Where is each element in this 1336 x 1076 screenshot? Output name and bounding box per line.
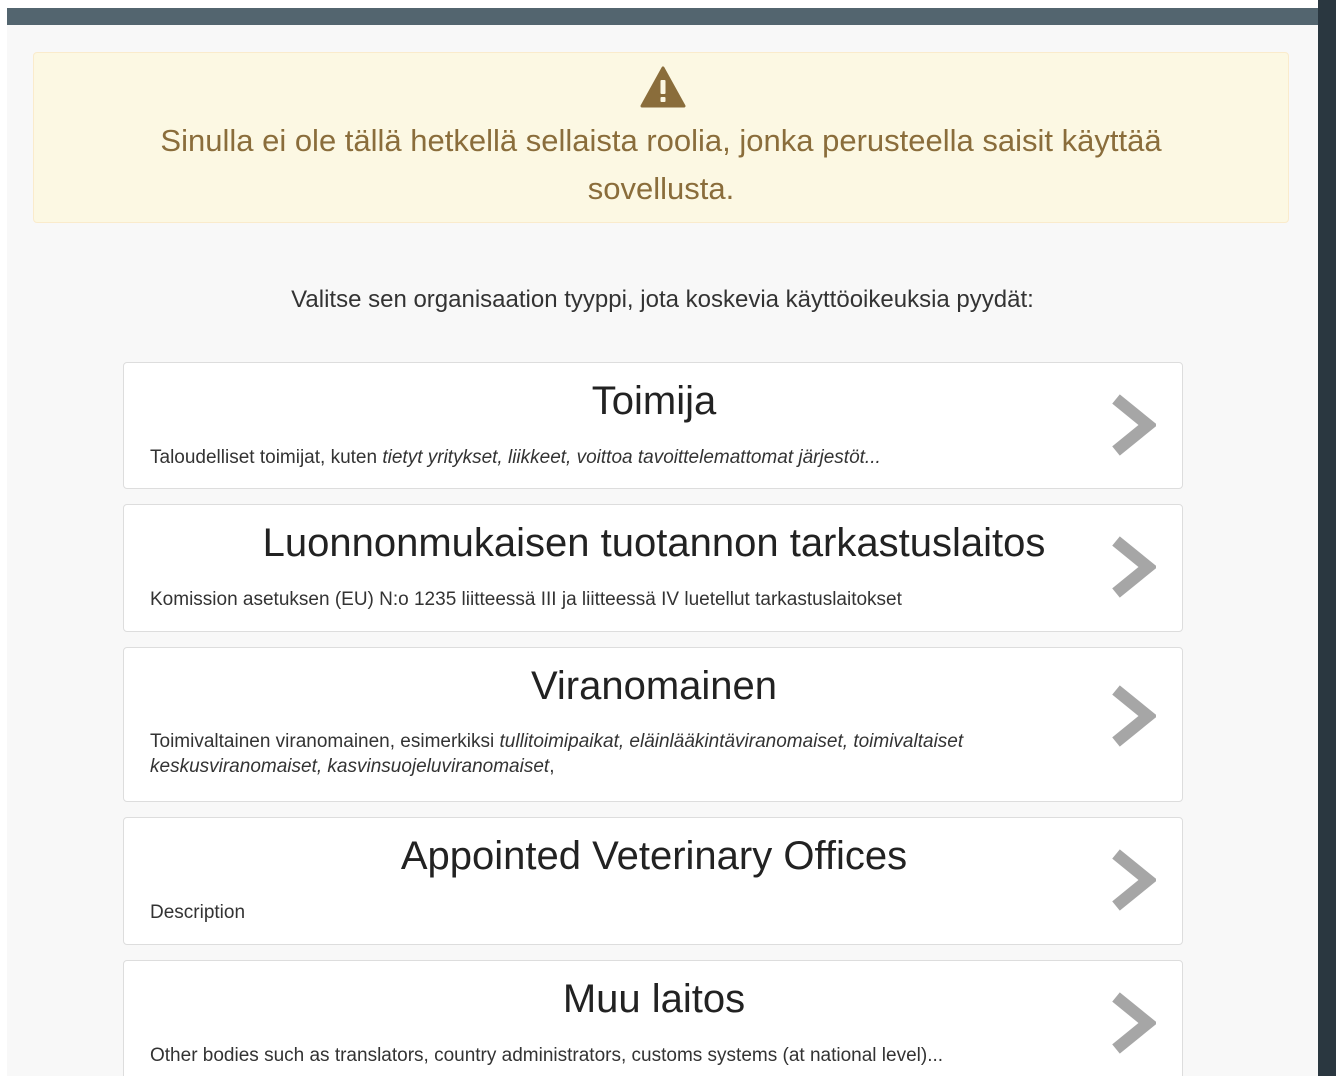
main-content: Sinulla ei ole tällä hetkellä sellaista …: [7, 25, 1318, 1076]
alert-message: Sinulla ei ole tällä hetkellä sellaista …: [160, 123, 1162, 206]
chevron-right-icon: [1112, 685, 1156, 747]
org-type-title: Toimija: [591, 379, 717, 423]
warning-triangle-icon: [640, 66, 686, 108]
chevron-right-icon: [1112, 992, 1156, 1054]
chevron-right-icon: [1112, 849, 1156, 911]
chevron-right-icon: [1112, 536, 1156, 598]
top-bar: [0, 0, 1318, 25]
org-type-card-toimija[interactable]: Toimija Taloudelliset toimijat, kuten ti…: [123, 362, 1183, 489]
org-type-card-viranomainen[interactable]: Viranomainen Toimivaltainen viranomainen…: [123, 647, 1183, 802]
org-type-card-muu-laitos[interactable]: Muu laitos Other bodies such as translat…: [123, 960, 1183, 1076]
org-type-description: Toimivaltainen viranomainen, esimerkiksi…: [150, 731, 964, 777]
org-type-title: Luonnonmukaisen tuotannon tarkastuslaito…: [262, 521, 1046, 565]
org-type-description: Taloudelliset toimijat, kuten tietyt yri…: [150, 447, 881, 468]
org-type-card-tarkastuslaitos[interactable]: Luonnonmukaisen tuotannon tarkastuslaito…: [123, 504, 1183, 632]
org-type-title: Muu laitos: [562, 977, 746, 1021]
chevron-right-icon: [1112, 394, 1156, 456]
no-role-warning-alert: Sinulla ei ole tällä hetkellä sellaista …: [33, 52, 1289, 223]
org-type-prompt: Valitse sen organisaation tyyppi, jota k…: [291, 286, 1034, 313]
org-type-card-veterinary-offices[interactable]: Appointed Veterinary Offices Description: [123, 817, 1183, 945]
org-type-description: Komission asetuksen (EU) N:o 1235 liitte…: [150, 589, 902, 610]
scrollbar-track[interactable]: [1318, 0, 1336, 1076]
org-type-description: Description: [150, 902, 246, 923]
org-type-description: Other bodies such as translators, countr…: [150, 1045, 944, 1066]
org-type-title: Viranomainen: [530, 664, 778, 708]
org-type-title: Appointed Veterinary Offices: [400, 834, 908, 878]
top-navigation-strip: [7, 8, 1318, 25]
window-left-edge: [0, 0, 7, 1076]
